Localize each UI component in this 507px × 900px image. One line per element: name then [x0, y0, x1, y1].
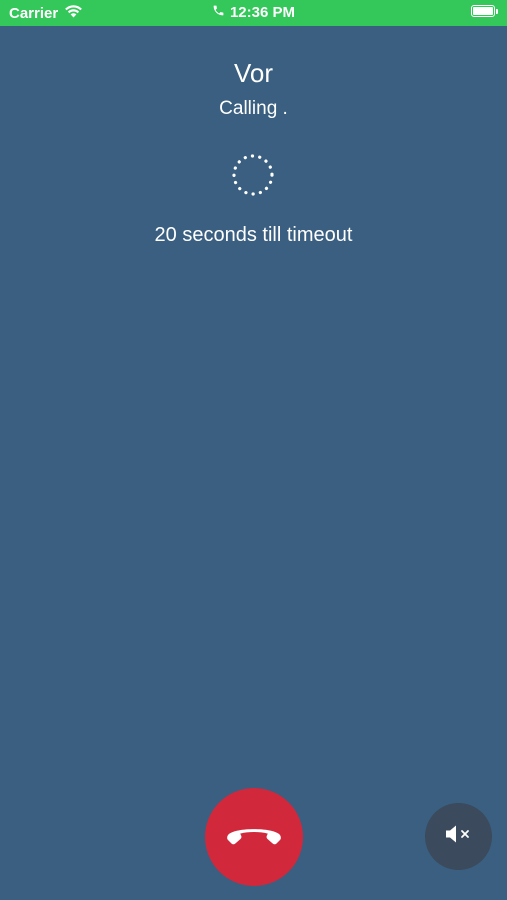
phone-hangup-icon — [225, 823, 283, 852]
status-right — [471, 5, 498, 17]
status-center: 12:36 PM — [0, 4, 507, 21]
timeout-text: 20 seconds till timeout — [154, 224, 353, 246]
contact-name: Vor — [233, 58, 274, 88]
status-time: 12:36 PM — [229, 4, 296, 21]
battery-icon — [471, 5, 495, 17]
speaker-muted-icon — [445, 824, 473, 849]
hangup-button[interactable] — [205, 788, 303, 886]
speaker-mute-button[interactable] — [425, 803, 492, 870]
phone-icon — [212, 4, 225, 21]
status-bar: Carrier 12:36 PM — [0, 0, 507, 26]
loading-spinner-icon — [230, 152, 276, 198]
call-status: Calling . — [219, 98, 288, 119]
call-screen: Carrier 12:36 PM Vor Calling . 20 second… — [0, 0, 507, 900]
